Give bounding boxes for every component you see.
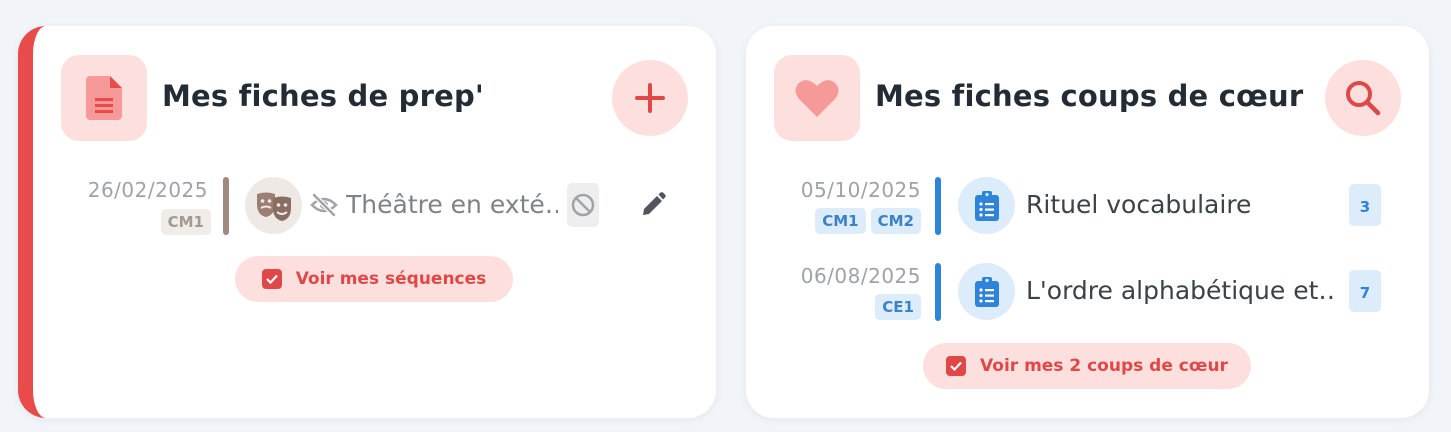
card-title: Mes fiches coups de cœur xyxy=(875,79,1304,113)
count-badge: 3 xyxy=(1349,184,1381,226)
item-tags: CE1 xyxy=(875,294,921,320)
checkbox-icon xyxy=(946,356,967,376)
button-label: Voir mes 2 coups de cœur xyxy=(980,356,1228,376)
level-tag: CE1 xyxy=(875,294,921,320)
card-title: Mes fiches de prep' xyxy=(162,79,484,113)
pencil-icon[interactable] xyxy=(640,192,666,218)
level-tag: CM1 xyxy=(160,209,211,235)
search-icon xyxy=(1346,81,1381,116)
heart-icon xyxy=(774,55,860,141)
document-icon xyxy=(61,55,147,141)
checkbox-icon xyxy=(261,269,282,289)
item-title: L'ordre alphabétique et… xyxy=(1026,276,1336,305)
see-sequences-button[interactable]: Voir mes séquences xyxy=(235,256,513,302)
level-tag: CM2 xyxy=(870,208,921,234)
item-tags: CM1 CM2 xyxy=(815,208,921,234)
favorites-card: Mes fiches coups de cœur 05/10/2025 CM1 … xyxy=(746,26,1429,418)
item-title: Rituel vocabulaire xyxy=(1026,190,1252,219)
item-date: 05/10/2025 xyxy=(800,178,921,202)
add-button[interactable] xyxy=(612,60,688,136)
theater-masks-icon xyxy=(245,177,302,234)
item-divider xyxy=(935,263,941,321)
item-divider xyxy=(223,177,229,235)
item-date: 06/08/2025 xyxy=(800,264,921,288)
item-date: 26/02/2025 xyxy=(87,178,208,202)
plus-icon xyxy=(635,83,665,113)
count-badge: 7 xyxy=(1349,270,1381,312)
button-label: Voir mes séquences xyxy=(295,269,487,289)
item-title: Théâtre en exté… xyxy=(346,190,558,219)
prep-card: Mes fiches de prep' 26/02/2025 CM1 Théât… xyxy=(18,26,716,418)
clipboard-list-icon xyxy=(958,263,1015,320)
item-divider xyxy=(935,177,941,235)
ban-icon xyxy=(567,183,599,227)
level-tag: CM1 xyxy=(815,208,866,234)
eye-slash-icon xyxy=(310,193,338,217)
search-button[interactable] xyxy=(1325,60,1401,136)
see-favorites-button[interactable]: Voir mes 2 coups de cœur xyxy=(923,343,1251,389)
clipboard-list-icon xyxy=(958,177,1015,234)
item-tags: CM1 xyxy=(160,209,211,235)
